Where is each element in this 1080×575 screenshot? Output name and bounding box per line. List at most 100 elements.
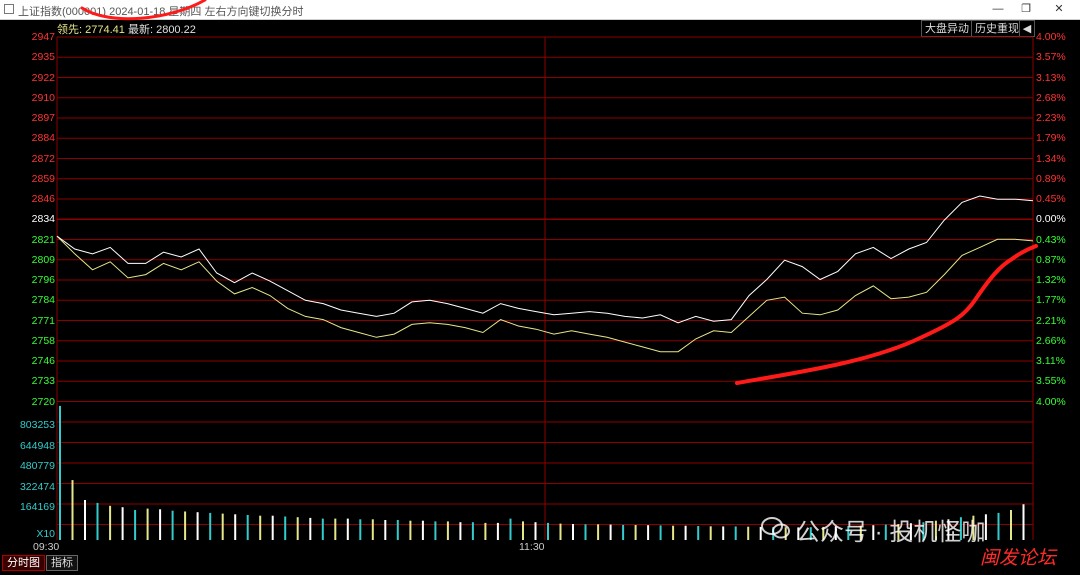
volume-bar: [409, 520, 412, 540]
volume-bar: [59, 405, 61, 540]
volume-bar: [1010, 510, 1012, 540]
price-tick-label: 2935: [31, 51, 55, 64]
time-label-open: 09:30: [33, 541, 60, 553]
volume-bar: [234, 514, 237, 540]
price-tick-label: 2846: [31, 193, 55, 205]
percent-tick-label: 1.34%: [1036, 152, 1066, 165]
percent-tick-label: 1.77%: [1036, 294, 1066, 307]
volume-bar: [146, 508, 149, 540]
percent-tick-label: 3.55%: [1036, 375, 1066, 388]
volume-bar: [271, 515, 274, 540]
volume-bar: [434, 521, 437, 540]
volume-bar: [559, 523, 562, 540]
volume-bar: [284, 516, 287, 540]
volume-bar: [71, 480, 74, 540]
volume-bar: [171, 510, 174, 540]
annotation-curve: [735, 244, 1038, 385]
price-tick-label: 2821: [31, 233, 55, 246]
annotation-arc: [80, 0, 207, 21]
volume-bar: [371, 519, 374, 540]
volume-bar: [446, 521, 449, 540]
volume-bar: [346, 518, 349, 540]
percent-tick-label: 4.00%: [1036, 395, 1066, 408]
volume-tick-label: 164169: [19, 501, 55, 513]
wechat-icon: [761, 517, 790, 539]
volume-bar: [309, 517, 312, 540]
volume-bar: [484, 522, 487, 540]
tab-intraday[interactable]: 分时图: [2, 555, 45, 571]
price-tick-label: 2758: [31, 334, 55, 347]
percent-tick-label: 2.66%: [1036, 334, 1066, 347]
percent-tick-label: 2.68%: [1036, 91, 1066, 104]
volume-bar: [522, 521, 524, 540]
volume-bar: [597, 524, 600, 540]
percent-tick-label: 0.00%: [1036, 213, 1066, 226]
price-tick-label: 2771: [31, 314, 55, 327]
price-tick-label: 2784: [31, 294, 55, 307]
volume-bar: [634, 525, 637, 540]
volume-tick-label: 480779: [19, 460, 55, 472]
volume-bar: [259, 515, 262, 540]
volume-bar: [684, 525, 687, 540]
volume-bar: [459, 522, 462, 540]
volume-bar: [572, 524, 574, 540]
volume-bar: [321, 518, 324, 540]
volume-bar: [1022, 504, 1025, 540]
volume-bar: [997, 512, 1000, 540]
volume-bar: [184, 511, 187, 540]
volume-bar: [534, 522, 537, 540]
volume-bar: [221, 513, 224, 540]
price-tick-label: 2884: [31, 132, 55, 145]
volume-tick-label: 322474: [19, 480, 55, 493]
volume-unit: X10: [36, 528, 55, 540]
percent-tick-label: 0.89%: [1036, 172, 1066, 185]
percent-tick-label: 0.43%: [1036, 233, 1066, 246]
volume-bar: [471, 522, 474, 540]
volume-bar: [396, 520, 399, 540]
volume-bar: [547, 522, 549, 540]
price-tick-label: 2922: [31, 71, 55, 84]
volume-bar: [209, 512, 212, 540]
volume-tick-label: 644948: [19, 439, 55, 452]
volume-bar: [659, 525, 662, 540]
forum-stamp: 闽发论坛: [980, 547, 1057, 569]
volume-bar: [121, 507, 124, 540]
volume-bar: [421, 520, 424, 540]
intraday-chart: [56, 0, 1038, 541]
volume-bar: [159, 509, 162, 540]
volume-bar: [109, 505, 112, 541]
percent-tick-label: 4.00%: [1036, 31, 1066, 43]
volume-bar: [672, 525, 675, 540]
volume-bar: [246, 515, 249, 540]
volume-bar: [96, 502, 99, 540]
price-tick-label: 2872: [31, 152, 55, 165]
volume-bar: [622, 524, 625, 540]
volume-bar: [647, 525, 650, 540]
volume-bar: [709, 526, 712, 540]
volume-bar: [584, 524, 587, 540]
price-tick-label: 2947: [31, 31, 55, 43]
percent-tick-label: 0.87%: [1036, 253, 1066, 266]
volume-bar: [609, 524, 612, 540]
volume-bar: [84, 500, 86, 540]
volume-tick-label: 803253: [19, 419, 55, 431]
tab-indicator[interactable]: 指标: [46, 555, 78, 571]
volume-bar: [296, 517, 299, 540]
price-tick-label: 2746: [31, 355, 55, 367]
price-tick-label: 2859: [31, 172, 55, 185]
chart-grid: [56, 36, 1034, 540]
volume-bar: [697, 526, 700, 540]
percent-tick-label: 3.57%: [1036, 51, 1066, 64]
volume-bar: [747, 526, 750, 540]
price-tick-label: 2809: [31, 253, 55, 266]
volume-bar: [384, 520, 387, 540]
volume-bar: [722, 526, 725, 540]
price-tick-label: 2834: [31, 213, 55, 226]
price-tick-label: 2733: [31, 375, 55, 388]
price-tick-label: 2897: [31, 112, 55, 124]
price-tick-label: 2910: [31, 91, 55, 104]
watermark-text: 公众号 · 投机怪咖: [796, 519, 986, 546]
percent-tick-label: 2.23%: [1036, 112, 1066, 124]
volume-bar: [134, 510, 137, 540]
percent-tick-label: 1.32%: [1036, 274, 1066, 286]
